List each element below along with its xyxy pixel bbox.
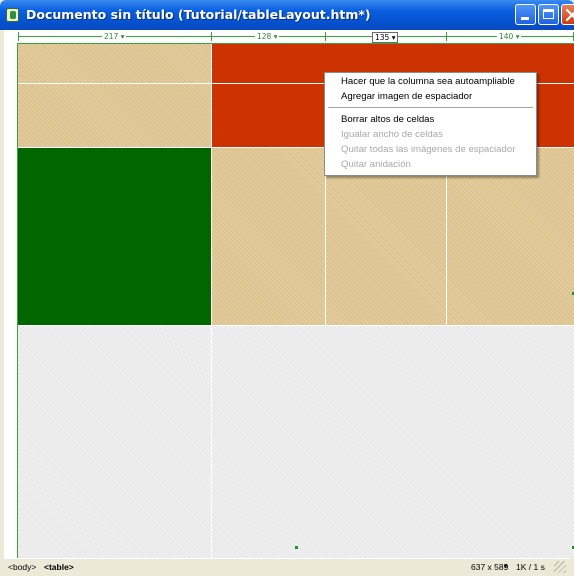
menu-item-remove-nesting: Quitar anidación — [341, 159, 411, 170]
resize-grip-icon[interactable] — [554, 561, 566, 573]
design-view[interactable]: 217 ▾ 128 ▾ 135 ▾ 140 ▾ Hacer que la col… — [4, 30, 574, 558]
tag-selector-table[interactable]: <table> — [44, 560, 74, 574]
close-icon — [566, 9, 574, 21]
ruler-label-col1[interactable]: 217 ▾ — [102, 31, 127, 42]
window-title: Documento sin título (Tutorial/tableLayo… — [26, 7, 371, 22]
table-resize-handle-bottom[interactable] — [295, 546, 298, 549]
download-size-readout: 1K / 1 s — [516, 562, 545, 572]
maximize-button[interactable] — [538, 4, 559, 25]
title-bar[interactable]: Documento sin título (Tutorial/tableLayo… — [0, 0, 574, 30]
menu-item-add-spacer-image[interactable]: Agregar imagen de espaciador — [341, 90, 472, 104]
ruler-tick — [18, 32, 19, 41]
layout-cell-r1c1[interactable] — [18, 44, 211, 148]
dreamweaver-document-icon[interactable] — [6, 8, 19, 22]
ruler-label-col2[interactable]: 128 ▾ — [255, 31, 280, 42]
window-size-readout[interactable]: 637 x 589 — [471, 560, 508, 574]
menu-item-make-column-autostretch[interactable]: Hacer que la columna sea autoampliable — [341, 75, 515, 89]
minimize-button[interactable] — [515, 4, 536, 25]
menu-item-remove-all-spacer-images: Quitar todas las imágenes de espaciador — [341, 144, 516, 155]
cell-grid-line — [211, 44, 212, 558]
layout-cell-r2c1[interactable] — [18, 148, 211, 326]
menu-separator — [328, 107, 533, 108]
tag-selector-body[interactable]: <body> — [8, 560, 36, 574]
menu-item-make-cell-widths-consistent: Igualar ancho de celdas — [341, 129, 443, 140]
document-window: Documento sin título (Tutorial/tableLayo… — [0, 0, 574, 576]
ruler-label-col3[interactable]: 135 ▾ — [372, 32, 399, 43]
ruler-label-col4[interactable]: 140 ▾ — [497, 31, 522, 42]
window-size-dropdown-arrow[interactable]: ▾ — [504, 560, 508, 574]
menu-item-clear-cell-heights[interactable]: Borrar altos de celdas — [341, 113, 434, 127]
layout-cell-r3c2[interactable] — [211, 326, 574, 558]
close-button[interactable] — [561, 4, 574, 25]
column-context-menu: Hacer que la columna sea autoampliable A… — [324, 72, 537, 176]
layout-cell-r3c1[interactable] — [18, 326, 211, 558]
column-width-ruler: 217 ▾ 128 ▾ 135 ▾ 140 ▾ — [18, 30, 574, 44]
cell-grid-line — [18, 325, 574, 326]
status-bar: <body> <table> 637 x 589 ▾ 1K / 1 s — [4, 558, 570, 574]
